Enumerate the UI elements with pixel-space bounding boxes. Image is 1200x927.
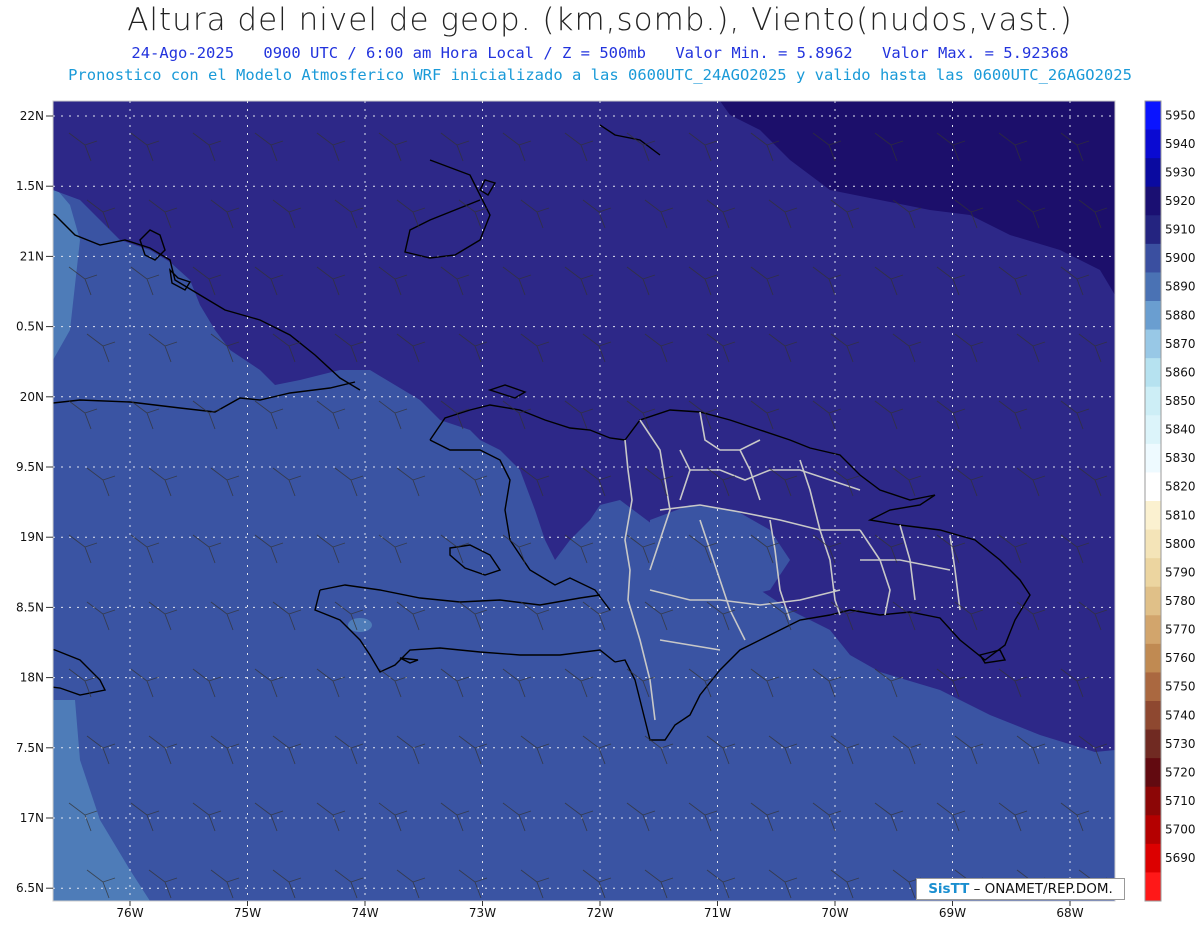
lat-label: 9.5N: [16, 460, 44, 474]
colorbar-swatch: [1145, 329, 1161, 359]
sistt-logo: SisTT: [928, 881, 970, 897]
colorbar-label: 5740: [1165, 708, 1196, 722]
colorbar-swatch: [1145, 101, 1161, 131]
colorbar-swatch: [1145, 872, 1161, 902]
colorbar-label: 5870: [1165, 337, 1196, 351]
colorbar-label: 5730: [1165, 737, 1196, 751]
longitude-labels: 76W 75W 74W 73W 72W 71W 70W 69W 68W: [116, 901, 1084, 920]
lon-label: 73W: [469, 906, 496, 920]
colorbar-swatch: [1145, 643, 1161, 673]
band-5890-patch: [348, 618, 372, 632]
lat-label: 20N: [20, 390, 44, 404]
lon-label: 76W: [116, 906, 143, 920]
colorbar-label: 5700: [1165, 823, 1196, 837]
lat-label: 19N: [20, 530, 44, 544]
colorbar-swatch: [1145, 843, 1161, 873]
colorbar-swatch: [1145, 701, 1161, 731]
lon-label: 68W: [1056, 906, 1083, 920]
colorbar-swatch: [1145, 758, 1161, 788]
colorbar-label: 5850: [1165, 394, 1196, 408]
colorbar-label: 5750: [1165, 680, 1196, 694]
lat-label: 0.5N: [16, 320, 44, 334]
colorbar-swatch: [1145, 501, 1161, 531]
colorbar-swatch: [1145, 301, 1161, 331]
forecast-map: 22N 1.5N 21N 0.5N 20N 9.5N 19N 8.5N 18N 7.5N 17N 6.…: [16, 100, 1196, 920]
colorbar-label: 5940: [1165, 137, 1196, 151]
colorbar-label: 5780: [1165, 594, 1196, 608]
lat-label: 1.5N: [16, 179, 44, 193]
colorbar-label: 5810: [1165, 508, 1196, 522]
lon-label: 69W: [939, 906, 966, 920]
colorbar-swatch: [1145, 272, 1161, 302]
lon-label: 75W: [234, 906, 261, 920]
lat-label: 7.5N: [16, 741, 44, 755]
credit-box: SisTT – ONAMET/REP.DOM.: [916, 878, 1125, 900]
latitude-labels: 22N 1.5N 21N 0.5N 20N 9.5N 19N 8.5N 18N 7.5N 17N 6.…: [16, 109, 53, 895]
lat-label: 22N: [20, 109, 44, 123]
colorbar-label: 5720: [1165, 765, 1196, 779]
colorbar-swatch: [1145, 586, 1161, 616]
lat-label: 18N: [20, 671, 44, 685]
colorbar: 5950 5940 5930 5920 5910 5900 5890 5880 5870 5860…: [1144, 100, 1196, 902]
colorbar-label: 5840: [1165, 423, 1196, 437]
colorbar-label: 5910: [1165, 223, 1196, 237]
lat-label: 21N: [20, 249, 44, 263]
colorbar-swatch: [1145, 672, 1161, 702]
colorbar-swatch: [1145, 443, 1161, 473]
credit-text: – ONAMET/REP.DOM.: [973, 881, 1113, 897]
colorbar-swatch: [1145, 415, 1161, 445]
colorbar-label: 5880: [1165, 308, 1196, 322]
colorbar-label: 5860: [1165, 365, 1196, 379]
colorbar-swatch: [1145, 386, 1161, 416]
lat-label: 8.5N: [16, 600, 44, 614]
colorbar-swatch: [1145, 786, 1161, 816]
lat-label: 17N: [20, 811, 44, 825]
colorbar-swatch: [1145, 529, 1161, 559]
colorbar-label: 5790: [1165, 565, 1196, 579]
colorbar-swatch: [1145, 129, 1161, 159]
colorbar-label: 5920: [1165, 194, 1196, 208]
colorbar-label: 5770: [1165, 623, 1196, 637]
colorbar-swatch: [1145, 615, 1161, 645]
colorbar-label: 5820: [1165, 480, 1196, 494]
colorbar-swatch: [1145, 472, 1161, 502]
lon-label: 71W: [704, 906, 731, 920]
colorbar-swatch: [1145, 729, 1161, 759]
colorbar-label: 5930: [1165, 165, 1196, 179]
lon-label: 74W: [351, 906, 378, 920]
lon-label: 72W: [586, 906, 613, 920]
colorbar-label: 5900: [1165, 251, 1196, 265]
colorbar-swatch: [1145, 215, 1161, 245]
colorbar-label: 5710: [1165, 794, 1196, 808]
colorbar-label: 5830: [1165, 451, 1196, 465]
colorbar-swatch: [1145, 186, 1161, 216]
colorbar-swatch: [1145, 158, 1161, 188]
colorbar-label: 5760: [1165, 651, 1196, 665]
colorbar-swatch: [1145, 243, 1161, 273]
lon-label: 70W: [821, 906, 848, 920]
colorbar-label: 5950: [1165, 108, 1196, 122]
colorbar-swatch: [1145, 358, 1161, 388]
lat-label: 6.5N: [16, 881, 44, 895]
colorbar-swatch: [1145, 558, 1161, 588]
colorbar-label: 5890: [1165, 280, 1196, 294]
colorbar-swatch: [1145, 815, 1161, 845]
colorbar-label: 5800: [1165, 537, 1196, 551]
colorbar-label: 5690: [1165, 851, 1196, 865]
